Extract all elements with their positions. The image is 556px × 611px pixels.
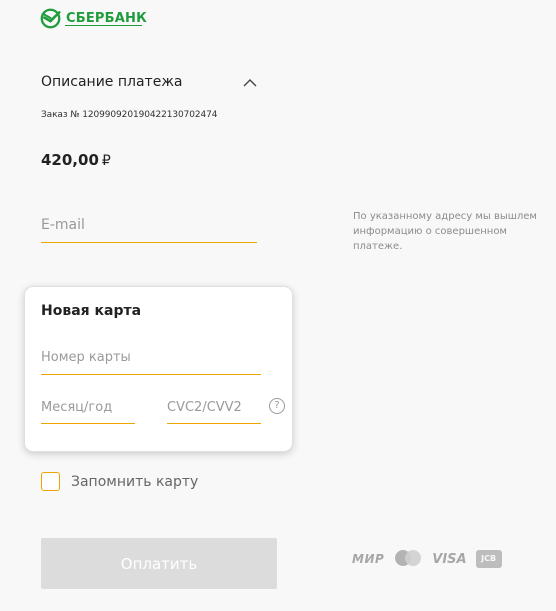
cvc-input[interactable] <box>167 392 261 422</box>
mir-logo-icon: МИР <box>352 552 385 566</box>
pay-button[interactable]: Оплатить <box>41 538 277 589</box>
order-number: Заказ № 12099092019042213070247​4 <box>41 110 218 120</box>
remember-card-checkbox[interactable] <box>41 472 60 491</box>
brand-underline <box>65 25 142 26</box>
email-input[interactable] <box>41 210 257 240</box>
remember-card-toggle[interactable]: Запомнить карту <box>41 472 198 491</box>
amount-value: 420,00 <box>41 151 99 169</box>
chevron-up-icon[interactable] <box>243 78 257 87</box>
payment-description-title: Описание платежа <box>41 74 183 90</box>
expiry-field[interactable] <box>41 392 135 424</box>
expiry-input[interactable] <box>41 392 135 422</box>
payment-amount: 420,00 ₽ <box>41 151 111 169</box>
sberbank-logo-icon <box>40 8 61 29</box>
visa-logo-icon: VISA <box>432 551 467 567</box>
mastercard-logo-icon <box>395 550 422 566</box>
email-hint: По указанному адресу мы вышлем информаци… <box>353 211 537 252</box>
cvc-field[interactable] <box>167 392 261 424</box>
email-field[interactable] <box>41 210 257 243</box>
jcb-logo-icon: JCB <box>475 550 502 568</box>
question-icon[interactable]: ? <box>269 398 285 414</box>
card-number-input[interactable] <box>41 342 261 372</box>
brand-name: СБЕРБАНК <box>66 11 147 26</box>
remember-card-label: Запомнить карту <box>71 473 199 490</box>
payment-systems: МИР VISA JCB <box>352 548 502 570</box>
card-number-field[interactable] <box>41 342 261 375</box>
new-card-title: Новая карта <box>41 303 142 319</box>
currency-symbol: ₽ <box>101 153 111 169</box>
